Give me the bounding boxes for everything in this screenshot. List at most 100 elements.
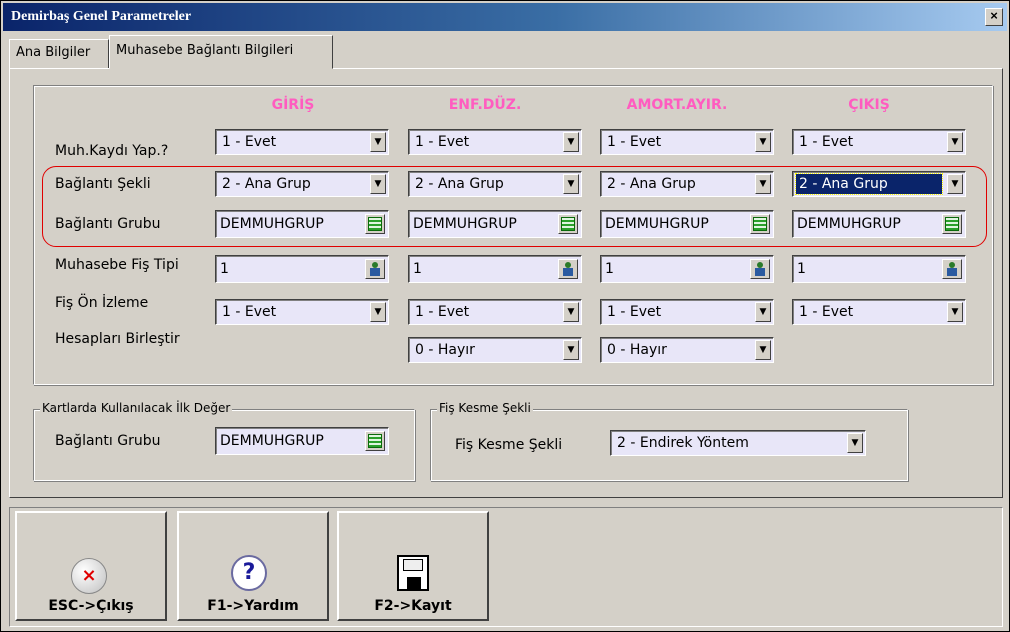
select-value: 1 - Evet [222, 134, 277, 150]
hesaplari-birlestir-amort-select[interactable]: 0 - Hayır ▼ [600, 337, 774, 363]
fis-kesme-legend: Fiş Kesme Şekli [437, 401, 533, 415]
fis-kesme-sekli-select[interactable]: 2 - Endirek Yöntem ▼ [610, 430, 866, 456]
window-title: Demirbaş Genel Parametreler [11, 9, 192, 24]
title-bar: Demirbaş Genel Parametreler × [3, 3, 1007, 31]
close-button[interactable]: × [985, 8, 1003, 26]
save-button[interactable]: F2->Kayıt [337, 511, 489, 621]
grid-icon [368, 434, 382, 448]
person-icon [947, 262, 957, 276]
column-header-giris: GİRİŞ [271, 97, 315, 113]
select-value: 0 - Hayır [415, 342, 475, 358]
baglanti-grubu-enf-field[interactable]: DEMMUHGRUP [408, 210, 582, 238]
lookup-button[interactable] [558, 259, 578, 279]
grid-icon [753, 217, 767, 231]
baglanti-sekli-enf-select[interactable]: 2 - Ana Grup ▼ [408, 171, 582, 197]
chevron-down-icon[interactable]: ▼ [847, 433, 863, 453]
baglanti-grubu-cikis-field[interactable]: DEMMUHGRUP [792, 210, 966, 238]
field-value: DEMMUHGRUP [220, 433, 324, 449]
exit-button[interactable]: × ESC->Çıkış [15, 511, 167, 621]
tab-ana-bilgiler[interactable]: Ana Bilgiler [9, 39, 109, 69]
fis-on-izleme-giris-select[interactable]: 1 - Evet ▼ [215, 299, 389, 325]
lookup-button[interactable] [750, 259, 770, 279]
baglanti-grubu-giris-field[interactable]: DEMMUHGRUP [215, 210, 389, 238]
chevron-down-icon[interactable]: ▼ [370, 302, 386, 322]
fis-on-izleme-cikis-select[interactable]: 1 - Evet ▼ [792, 299, 966, 325]
grid-icon [561, 217, 575, 231]
label-fis-kesme-sekli: Fiş Kesme Şekli [455, 437, 563, 453]
chevron-down-icon[interactable]: ▼ [563, 340, 579, 360]
field-value: 1 [797, 261, 806, 277]
kartlarda-legend: Kartlarda Kullanılacak İlk Değer [40, 401, 233, 415]
help-icon: ? [231, 555, 267, 591]
fis-tipi-amort-field[interactable]: 1 [600, 255, 774, 283]
baglanti-sekli-giris-select[interactable]: 2 - Ana Grup ▼ [215, 171, 389, 197]
select-value: 1 - Evet [415, 304, 470, 320]
chevron-down-icon[interactable]: ▼ [755, 340, 771, 360]
chevron-down-icon[interactable]: ▼ [370, 132, 386, 152]
muh-kaydi-giris-select[interactable]: 1 - Evet ▼ [215, 129, 389, 155]
select-value: 1 - Evet [607, 134, 662, 150]
field-value: DEMMUHGRUP [220, 216, 324, 232]
kartlarda-baglanti-grubu-field[interactable]: DEMMUHGRUP [215, 427, 389, 455]
chevron-down-icon[interactable]: ▼ [563, 302, 579, 322]
chevron-down-icon[interactable]: ▼ [755, 132, 771, 152]
field-value: DEMMUHGRUP [413, 216, 517, 232]
label-hesaplari-birlestir: Hesapları Birleştir [55, 331, 180, 347]
muh-kaydi-cikis-select[interactable]: 1 - Evet ▼ [792, 129, 966, 155]
select-value: 1 - Evet [415, 134, 470, 150]
chevron-down-icon[interactable]: ▼ [755, 174, 771, 194]
floppy-disk-icon [397, 555, 429, 591]
select-value: 2 - Ana Grup [222, 176, 311, 192]
select-value: 1 - Evet [799, 304, 854, 320]
lookup-button[interactable] [942, 259, 962, 279]
label-fis-on-izleme: Fiş Ön İzleme [55, 295, 149, 311]
chevron-down-icon[interactable]: ▼ [947, 174, 963, 194]
hesaplari-birlestir-enf-select[interactable]: 0 - Hayır ▼ [408, 337, 582, 363]
field-value: 1 [413, 261, 422, 277]
help-button[interactable]: ? F1->Yardım [177, 511, 329, 621]
person-icon [370, 262, 380, 276]
lookup-button[interactable] [365, 214, 385, 234]
field-value: 1 [605, 261, 614, 277]
fis-on-izleme-amort-select[interactable]: 1 - Evet ▼ [600, 299, 774, 325]
field-value: 1 [220, 261, 229, 277]
field-value: DEMMUHGRUP [797, 216, 901, 232]
lookup-button[interactable] [365, 431, 385, 451]
column-header-cikis: ÇIKIŞ [848, 97, 890, 113]
lookup-button[interactable] [558, 214, 578, 234]
select-value: 1 - Evet [799, 134, 854, 150]
fis-on-izleme-enf-select[interactable]: 1 - Evet ▼ [408, 299, 582, 325]
chevron-down-icon[interactable]: ▼ [947, 302, 963, 322]
select-value: 2 - Ana Grup [415, 176, 504, 192]
fis-tipi-cikis-field[interactable]: 1 [792, 255, 966, 283]
label-muh-kaydi: Muh.Kaydı Yap.? [55, 143, 169, 159]
select-value: 2 - Endirek Yöntem [617, 435, 749, 451]
lookup-button[interactable] [750, 214, 770, 234]
save-button-label: F2->Kayıt [374, 598, 452, 614]
lookup-button[interactable] [365, 259, 385, 279]
chevron-down-icon[interactable]: ▼ [370, 174, 386, 194]
lookup-button[interactable] [942, 214, 962, 234]
muh-kaydi-enf-select[interactable]: 1 - Evet ▼ [408, 129, 582, 155]
column-header-enf-duz: ENF.DÜZ. [448, 97, 522, 113]
fis-tipi-enf-field[interactable]: 1 [408, 255, 582, 283]
tab-muhasebe-baglanti[interactable]: Muhasebe Bağlantı Bilgileri [109, 35, 333, 69]
baglanti-sekli-cikis-select[interactable]: 2 - Ana Grup ▼ [792, 171, 966, 197]
select-value: 2 - Ana Grup [795, 173, 943, 195]
select-value: 0 - Hayır [607, 342, 667, 358]
help-button-label: F1->Yardım [207, 598, 299, 614]
chevron-down-icon[interactable]: ▼ [563, 132, 579, 152]
baglanti-grubu-amort-field[interactable]: DEMMUHGRUP [600, 210, 774, 238]
baglanti-sekli-amort-select[interactable]: 2 - Ana Grup ▼ [600, 171, 774, 197]
label-kartlarda-baglanti-grubu: Bağlantı Grubu [55, 433, 161, 449]
select-value: 1 - Evet [607, 304, 662, 320]
chevron-down-icon[interactable]: ▼ [755, 302, 771, 322]
chevron-down-icon[interactable]: ▼ [563, 174, 579, 194]
field-value: DEMMUHGRUP [605, 216, 709, 232]
chevron-down-icon[interactable]: ▼ [947, 132, 963, 152]
fis-tipi-giris-field[interactable]: 1 [215, 255, 389, 283]
muh-kaydi-amort-select[interactable]: 1 - Evet ▼ [600, 129, 774, 155]
column-header-amort-ayir: AMORT.AYIR. [626, 97, 728, 113]
close-icon: × [71, 558, 107, 594]
select-value: 2 - Ana Grup [607, 176, 696, 192]
